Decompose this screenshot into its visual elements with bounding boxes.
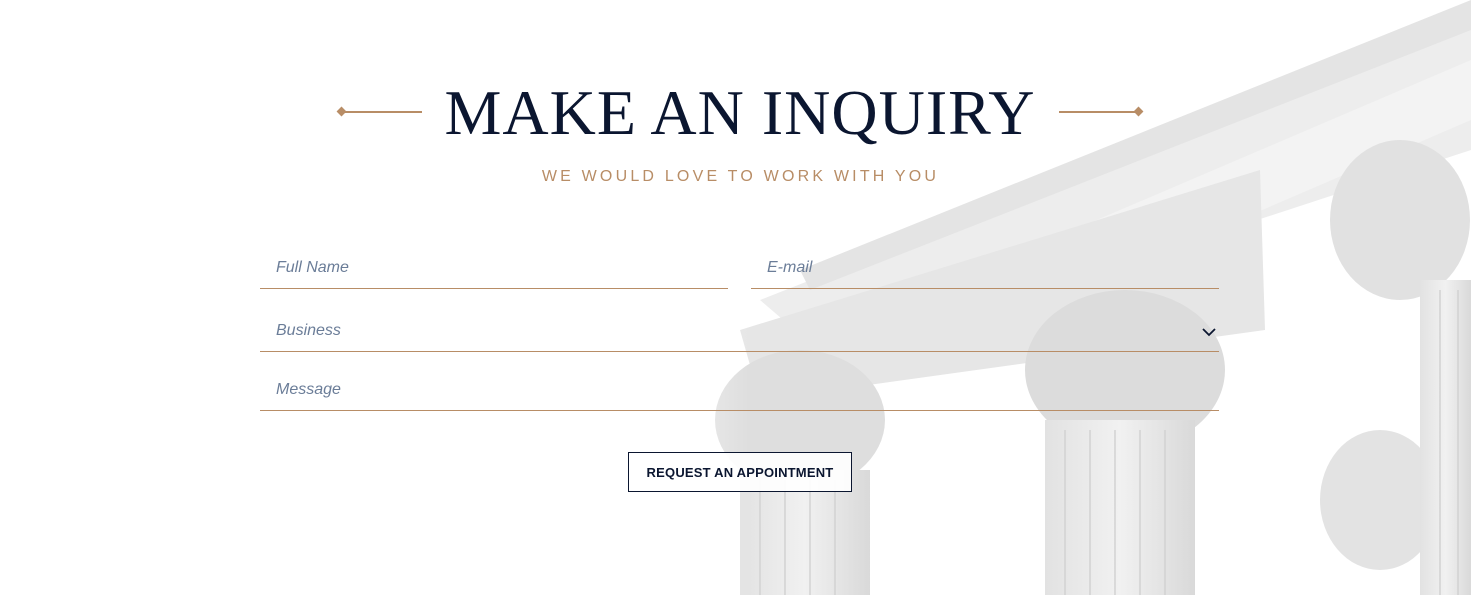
email-field — [751, 249, 1219, 289]
request-appointment-button[interactable]: REQUEST AN APPOINTMENT — [628, 452, 852, 492]
inquiry-page: MAKE AN INQUIRY WE WOULD LOVE TO WORK WI… — [0, 0, 1471, 595]
page-subtitle: WE WOULD LOVE TO WORK WITH YOU — [541, 168, 940, 185]
full-name-input[interactable] — [260, 249, 728, 287]
business-select[interactable]: Business — [260, 312, 1219, 352]
message-field — [260, 371, 1219, 411]
page-title: MAKE AN INQUIRY — [444, 77, 1036, 148]
right-ornament-icon — [1059, 106, 1145, 117]
heading-group: MAKE AN INQUIRY — [0, 78, 1471, 158]
business-select-value: Business — [276, 322, 341, 339]
message-input[interactable] — [260, 371, 1219, 409]
chevron-down-icon[interactable] — [1201, 324, 1217, 340]
full-name-field — [260, 249, 728, 289]
email-input[interactable] — [751, 249, 1219, 287]
